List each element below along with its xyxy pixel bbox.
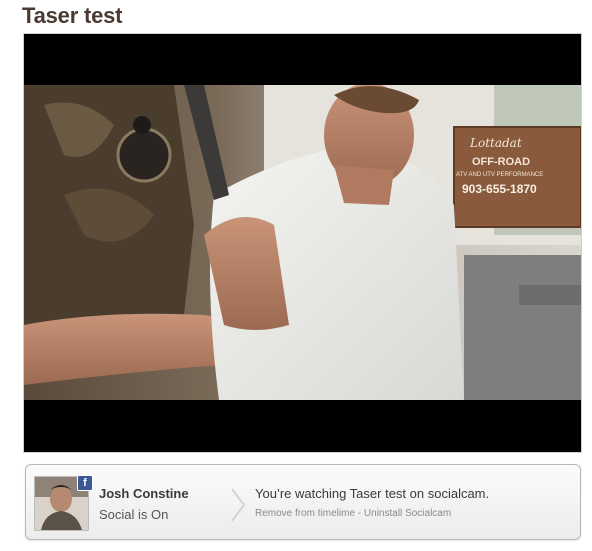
activity-links: Remove from timelime - Uninstall Socialc…	[255, 508, 451, 519]
uninstall-socialcam-link[interactable]: Uninstall Socialcam	[364, 508, 451, 519]
video-player[interactable]: Lottadat OFF-ROAD ATV AND UTV PERFORMANC…	[23, 33, 582, 453]
chevron-right-icon	[231, 488, 246, 522]
page-title: Taser test	[22, 3, 123, 28]
sign-line1: OFF-ROAD	[472, 156, 530, 168]
page: Taser test Lottadat OFF-ROAD ATV AND UTV…	[0, 0, 592, 551]
social-status[interactable]: Social is On	[99, 507, 168, 522]
facebook-icon: f	[77, 475, 93, 491]
user-name[interactable]: Josh Constine	[99, 486, 189, 501]
sign-line2: ATV AND UTV PERFORMANCE	[456, 172, 543, 178]
video-still: Lottadat OFF-ROAD ATV AND UTV PERFORMANC…	[24, 85, 581, 400]
link-separator: -	[355, 508, 364, 519]
sign-brand: Lottadat	[469, 136, 522, 150]
sign-phone: 903-655-1870	[462, 182, 537, 196]
activity-notice: f Josh Constine Social is On You’re watc…	[25, 464, 581, 540]
remove-from-timeline-link[interactable]: Remove from timelime	[255, 508, 355, 519]
watching-message: You’re watching Taser test on socialcam.	[255, 486, 490, 501]
video-frame[interactable]: Lottadat OFF-ROAD ATV AND UTV PERFORMANC…	[24, 85, 581, 400]
